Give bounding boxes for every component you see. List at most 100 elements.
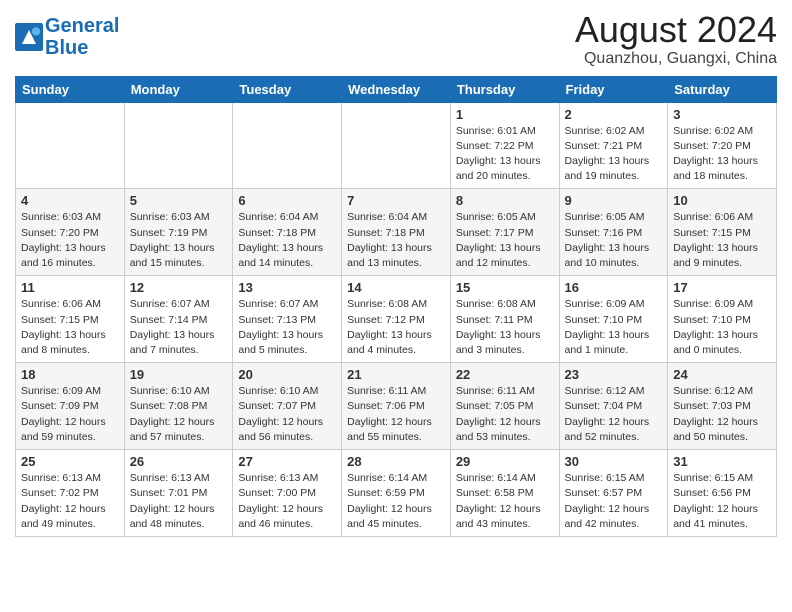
day-number: 6 xyxy=(238,193,336,208)
calendar-cell: 26 Sunrise: 6:13 AM Sunset: 7:01 PM Dayli… xyxy=(124,450,233,537)
calendar-cell: 1 Sunrise: 6:01 AM Sunset: 7:22 PM Daylig… xyxy=(450,102,559,189)
day-info: Sunrise: 6:08 AM Sunset: 7:11 PM Dayligh… xyxy=(456,297,554,358)
day-info: Sunrise: 6:09 AM Sunset: 7:10 PM Dayligh… xyxy=(673,297,771,358)
day-info: Sunrise: 6:14 AM Sunset: 6:59 PM Dayligh… xyxy=(347,471,445,532)
day-number: 30 xyxy=(565,454,663,469)
day-number: 7 xyxy=(347,193,445,208)
logo-line2: Blue xyxy=(45,37,88,59)
calendar-cell: 28 Sunrise: 6:14 AM Sunset: 6:59 PM Dayli… xyxy=(342,450,451,537)
day-number: 19 xyxy=(130,367,228,382)
day-number: 18 xyxy=(21,367,119,382)
calendar-cell: 10 Sunrise: 6:06 AM Sunset: 7:15 PM Dayli… xyxy=(668,189,777,276)
day-number: 11 xyxy=(21,280,119,295)
day-info: Sunrise: 6:11 AM Sunset: 7:06 PM Dayligh… xyxy=(347,384,445,445)
day-number: 10 xyxy=(673,193,771,208)
day-info: Sunrise: 6:09 AM Sunset: 7:09 PM Dayligh… xyxy=(21,384,119,445)
calendar-cell: 29Sunrise: 6:14 AM Sunset: 6:58 PM Dayli… xyxy=(450,450,559,537)
logo-text: General Blue xyxy=(45,15,119,59)
day-info: Sunrise: 6:06 AM Sunset: 7:15 PM Dayligh… xyxy=(21,297,119,358)
page-header: General Blue August 2024 Quanzhou, Guang… xyxy=(15,10,777,68)
day-number: 28 xyxy=(347,454,445,469)
calendar-week-3: 11 Sunrise: 6:06 AM Sunset: 7:15 PM Dayli… xyxy=(16,276,777,363)
day-number: 25 xyxy=(21,454,119,469)
calendar-cell: 14 Sunrise: 6:08 AM Sunset: 7:12 PM Dayli… xyxy=(342,276,451,363)
day-info: Sunrise: 6:05 AM Sunset: 7:17 PM Dayligh… xyxy=(456,210,554,271)
day-info: Sunrise: 6:07 AM Sunset: 7:13 PM Dayligh… xyxy=(238,297,336,358)
calendar-cell: 16Sunrise: 6:09 AM Sunset: 7:10 PM Dayli… xyxy=(559,276,668,363)
day-number: 8 xyxy=(456,193,554,208)
day-number: 26 xyxy=(130,454,228,469)
calendar-cell: 21 Sunrise: 6:11 AM Sunset: 7:06 PM Dayli… xyxy=(342,363,451,450)
day-number: 17 xyxy=(673,280,771,295)
day-info: Sunrise: 6:08 AM Sunset: 7:12 PM Dayligh… xyxy=(347,297,445,358)
calendar-cell: 19Sunrise: 6:10 AM Sunset: 7:08 PM Dayli… xyxy=(124,363,233,450)
day-info: Sunrise: 6:12 AM Sunset: 7:03 PM Dayligh… xyxy=(673,384,771,445)
day-info: Sunrise: 6:13 AM Sunset: 7:01 PM Dayligh… xyxy=(130,471,228,532)
logo-icon xyxy=(15,23,43,51)
day-info: Sunrise: 6:01 AM Sunset: 7:22 PM Dayligh… xyxy=(456,124,554,185)
calendar-cell: 27 Sunrise: 6:13 AM Sunset: 7:00 PM Dayli… xyxy=(233,450,342,537)
calendar-cell: 13Sunrise: 6:07 AM Sunset: 7:13 PM Dayli… xyxy=(233,276,342,363)
calendar-cell: 11 Sunrise: 6:06 AM Sunset: 7:15 PM Dayli… xyxy=(16,276,125,363)
calendar-cell: 25 Sunrise: 6:13 AM Sunset: 7:02 PM Dayli… xyxy=(16,450,125,537)
day-number: 2 xyxy=(565,107,663,122)
weekday-header-monday: Monday xyxy=(124,76,233,102)
day-number: 20 xyxy=(238,367,336,382)
day-number: 14 xyxy=(347,280,445,295)
calendar-cell: 20 Sunrise: 6:10 AM Sunset: 7:07 PM Dayli… xyxy=(233,363,342,450)
logo-line1: General xyxy=(45,15,119,37)
calendar-cell: 18 Sunrise: 6:09 AM Sunset: 7:09 PM Dayli… xyxy=(16,363,125,450)
day-info: Sunrise: 6:11 AM Sunset: 7:05 PM Dayligh… xyxy=(456,384,554,445)
day-info: Sunrise: 6:02 AM Sunset: 7:21 PM Dayligh… xyxy=(565,124,663,185)
calendar-cell xyxy=(342,102,451,189)
day-info: Sunrise: 6:15 AM Sunset: 6:57 PM Dayligh… xyxy=(565,471,663,532)
weekday-header-tuesday: Tuesday xyxy=(233,76,342,102)
day-info: Sunrise: 6:07 AM Sunset: 7:14 PM Dayligh… xyxy=(130,297,228,358)
day-info: Sunrise: 6:03 AM Sunset: 7:19 PM Dayligh… xyxy=(130,210,228,271)
calendar-cell: 17 Sunrise: 6:09 AM Sunset: 7:10 PM Dayli… xyxy=(668,276,777,363)
calendar-cell: 24Sunrise: 6:12 AM Sunset: 7:03 PM Dayli… xyxy=(668,363,777,450)
weekday-header-wednesday: Wednesday xyxy=(342,76,451,102)
day-number: 21 xyxy=(347,367,445,382)
calendar-cell: 5Sunrise: 6:03 AM Sunset: 7:19 PM Daylig… xyxy=(124,189,233,276)
calendar-week-4: 18 Sunrise: 6:09 AM Sunset: 7:09 PM Dayli… xyxy=(16,363,777,450)
calendar-cell: 31 Sunrise: 6:15 AM Sunset: 6:56 PM Dayli… xyxy=(668,450,777,537)
month-title: August 2024 xyxy=(575,10,777,50)
day-number: 23 xyxy=(565,367,663,382)
day-number: 31 xyxy=(673,454,771,469)
day-info: Sunrise: 6:15 AM Sunset: 6:56 PM Dayligh… xyxy=(673,471,771,532)
calendar-cell: 30 Sunrise: 6:15 AM Sunset: 6:57 PM Dayli… xyxy=(559,450,668,537)
day-number: 9 xyxy=(565,193,663,208)
day-info: Sunrise: 6:13 AM Sunset: 7:00 PM Dayligh… xyxy=(238,471,336,532)
calendar-cell: 12Sunrise: 6:07 AM Sunset: 7:14 PM Dayli… xyxy=(124,276,233,363)
weekday-header-saturday: Saturday xyxy=(668,76,777,102)
calendar-week-5: 25 Sunrise: 6:13 AM Sunset: 7:02 PM Dayli… xyxy=(16,450,777,537)
calendar-cell: 15 Sunrise: 6:08 AM Sunset: 7:11 PM Dayli… xyxy=(450,276,559,363)
day-info: Sunrise: 6:13 AM Sunset: 7:02 PM Dayligh… xyxy=(21,471,119,532)
day-info: Sunrise: 6:06 AM Sunset: 7:15 PM Dayligh… xyxy=(673,210,771,271)
calendar-cell: 2 Sunrise: 6:02 AM Sunset: 7:21 PM Daylig… xyxy=(559,102,668,189)
day-info: Sunrise: 6:10 AM Sunset: 7:07 PM Dayligh… xyxy=(238,384,336,445)
calendar-table: SundayMondayTuesdayWednesdayThursdayFrid… xyxy=(15,76,777,537)
weekday-header-row: SundayMondayTuesdayWednesdayThursdayFrid… xyxy=(16,76,777,102)
weekday-header-sunday: Sunday xyxy=(16,76,125,102)
day-info: Sunrise: 6:03 AM Sunset: 7:20 PM Dayligh… xyxy=(21,210,119,271)
day-number: 4 xyxy=(21,193,119,208)
day-number: 15 xyxy=(456,280,554,295)
day-number: 29 xyxy=(456,454,554,469)
day-info: Sunrise: 6:12 AM Sunset: 7:04 PM Dayligh… xyxy=(565,384,663,445)
calendar-cell: 22Sunrise: 6:11 AM Sunset: 7:05 PM Dayli… xyxy=(450,363,559,450)
calendar-cell: 7Sunrise: 6:04 AM Sunset: 7:18 PM Daylig… xyxy=(342,189,451,276)
day-number: 27 xyxy=(238,454,336,469)
calendar-cell: 8 Sunrise: 6:05 AM Sunset: 7:17 PM Daylig… xyxy=(450,189,559,276)
day-number: 16 xyxy=(565,280,663,295)
weekday-header-thursday: Thursday xyxy=(450,76,559,102)
day-number: 1 xyxy=(456,107,554,122)
title-area: August 2024 Quanzhou, Guangxi, China xyxy=(575,10,777,68)
day-info: Sunrise: 6:02 AM Sunset: 7:20 PM Dayligh… xyxy=(673,124,771,185)
calendar-cell: 9Sunrise: 6:05 AM Sunset: 7:16 PM Daylig… xyxy=(559,189,668,276)
calendar-cell xyxy=(124,102,233,189)
calendar-week-1: 1 Sunrise: 6:01 AM Sunset: 7:22 PM Daylig… xyxy=(16,102,777,189)
calendar-week-2: 4 Sunrise: 6:03 AM Sunset: 7:20 PM Daylig… xyxy=(16,189,777,276)
calendar-cell: 23 Sunrise: 6:12 AM Sunset: 7:04 PM Dayli… xyxy=(559,363,668,450)
